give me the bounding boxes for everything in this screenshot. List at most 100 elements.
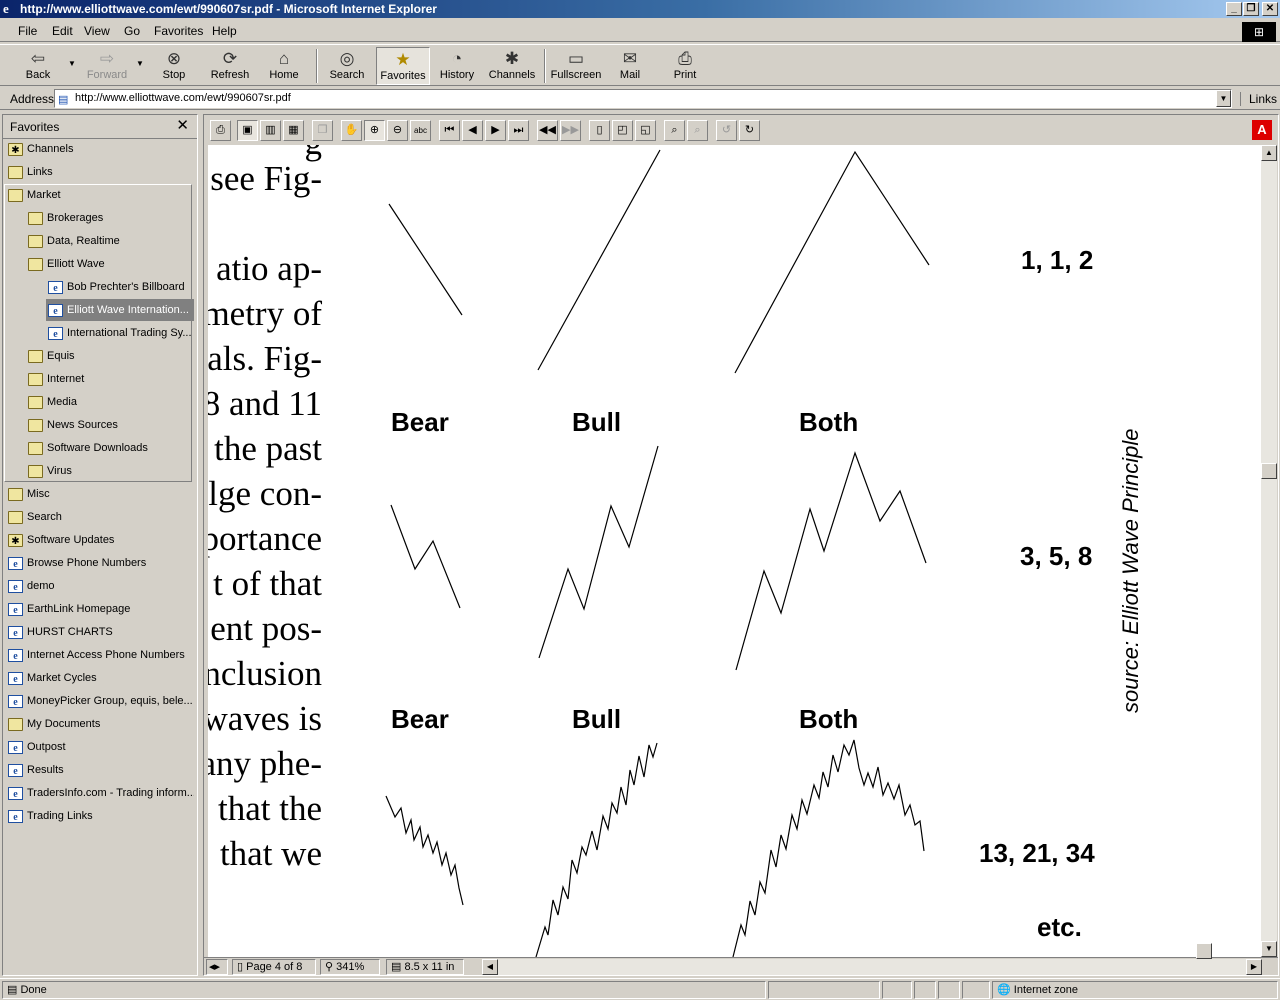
horizontal-scroll-thumb[interactable] <box>1196 943 1212 959</box>
favorite-item[interactable]: e EarthLink Homepage <box>6 598 194 620</box>
go-back-icon[interactable]: ◀◀ <box>537 120 558 141</box>
rotate-right-icon[interactable]: ↻ <box>739 120 760 141</box>
thumbnails-icon[interactable]: ▦ <box>283 120 304 141</box>
scroll-up-icon[interactable]: ▲ <box>1261 145 1277 161</box>
refresh-button[interactable]: ⟳ Refresh <box>204 47 256 85</box>
favorite-item[interactable]: My Documents <box>6 713 194 735</box>
scroll-right-icon[interactable]: ▶ <box>1246 959 1262 975</box>
find-icon[interactable]: ⌕ <box>664 120 685 141</box>
page-only-icon[interactable]: ▣ <box>237 120 258 141</box>
favorite-item[interactable]: e TradersInfo.com - Trading inform... <box>6 782 194 804</box>
vertical-scrollbar[interactable]: ▲ ▼ <box>1261 145 1277 957</box>
minimize-button[interactable]: _ <box>1226 2 1242 16</box>
scroll-down-icon[interactable]: ▼ <box>1261 941 1277 957</box>
zoom-indicator[interactable]: ⚲ 341% <box>320 959 380 975</box>
scroll-left-icon[interactable]: ◀ <box>482 959 498 975</box>
favorite-item[interactable]: e HURST CHARTS <box>6 621 194 643</box>
favorite-label: Virus <box>47 465 72 477</box>
favorite-item[interactable]: Elliott Wave <box>26 253 194 275</box>
favorite-item[interactable]: e Elliott Wave Internation... <box>46 299 194 321</box>
menu-go[interactable]: Go <box>124 24 140 38</box>
favorite-item[interactable]: Internet <box>26 368 194 390</box>
close-window-button[interactable]: ✕ <box>1262 2 1278 16</box>
horizontal-scrollbar[interactable]: ◀ <box>482 943 1262 975</box>
print-icon[interactable]: ⎙ <box>210 120 231 141</box>
favorite-item[interactable]: Brokerages <box>26 207 194 229</box>
menu-view[interactable]: View <box>84 24 110 38</box>
home-button[interactable]: ⌂ Home <box>262 47 306 85</box>
favorite-item[interactable]: Data, Realtime <box>26 230 194 252</box>
text-select-icon[interactable]: abc <box>410 120 431 141</box>
favorite-item[interactable]: ✱ Channels <box>6 138 194 160</box>
navigation-pane-toggle-icon[interactable]: ◂▸ <box>206 959 228 975</box>
favorite-item[interactable]: News Sources <box>26 414 194 436</box>
close-icon[interactable]: ✕ <box>176 118 189 134</box>
back-button[interactable]: ⇦ Back <box>14 47 62 85</box>
page-indicator[interactable]: ▯ Page 4 of 8 <box>232 959 316 975</box>
favorite-item[interactable]: Search <box>6 506 194 528</box>
menu-edit[interactable]: Edit <box>52 24 73 38</box>
prev-page-icon[interactable]: ◀ <box>462 120 483 141</box>
favorite-item[interactable]: e MoneyPicker Group, equis, bele... <box>6 690 194 712</box>
fullscreen-button[interactable]: ▭ Fullscreen <box>548 47 604 85</box>
address-dropdown-icon[interactable]: ▼ <box>1216 90 1231 107</box>
first-page-icon[interactable]: ⏮ <box>439 120 460 141</box>
go-forward-icon[interactable]: ▶▶ <box>560 120 581 141</box>
favorite-item[interactable]: Links <box>6 161 194 183</box>
print-button[interactable]: ⎙ Print <box>666 47 704 85</box>
zoom-out-icon[interactable]: ⊖ <box>387 120 408 141</box>
zoom-in-icon[interactable]: ⊕ <box>364 120 385 141</box>
favorite-item[interactable]: e International Trading Sy... <box>46 322 194 344</box>
menu-help[interactable]: Help <box>212 24 237 38</box>
acrobat-icon[interactable]: A <box>1252 120 1272 140</box>
favorite-label: Elliott Wave <box>47 258 105 270</box>
last-page-icon[interactable]: ⏭ <box>508 120 529 141</box>
favorite-item[interactable]: Virus <box>26 460 194 482</box>
search-button[interactable]: ◎ Search <box>324 47 370 85</box>
folder-icon <box>28 211 43 225</box>
favorite-item[interactable]: e Outpost <box>6 736 194 758</box>
channels-button[interactable]: ✱ Channels <box>486 47 538 85</box>
fit-width-icon[interactable]: ◱ <box>635 120 656 141</box>
stop-button[interactable]: ⊗ Stop <box>152 47 196 85</box>
next-page-icon[interactable]: ▶ <box>485 120 506 141</box>
bookmarks-icon[interactable]: ▥ <box>260 120 281 141</box>
favorite-item[interactable]: Market <box>6 184 194 206</box>
favorite-item[interactable]: e Market Cycles <box>6 667 194 689</box>
copy-icon[interactable]: ❐ <box>312 120 333 141</box>
forward-dropdown-icon[interactable]: ▼ <box>136 59 144 68</box>
favorite-item[interactable]: Equis <box>26 345 194 367</box>
menu-file[interactable]: File <box>18 24 37 38</box>
favorite-label: HURST CHARTS <box>27 626 113 638</box>
favorite-item[interactable]: Software Downloads <box>26 437 194 459</box>
favorite-item[interactable]: e Results <box>6 759 194 781</box>
favorite-item[interactable]: e Browse Phone Numbers <box>6 552 194 574</box>
favorite-label: Brokerages <box>47 212 104 224</box>
forward-button[interactable]: ⇨ Forward <box>82 47 132 85</box>
favorite-item[interactable]: e Bob Prechter's Billboard <box>46 276 194 298</box>
favorite-item[interactable]: e demo <box>6 575 194 597</box>
history-button[interactable]: ◔ History <box>436 47 478 85</box>
address-input[interactable]: ▤ http://www.elliottwave.com/ewt/990607s… <box>54 89 1232 108</box>
scroll-thumb[interactable] <box>1261 463 1277 479</box>
back-dropdown-icon[interactable]: ▼ <box>68 59 76 68</box>
favorites-title: Favorites <box>10 120 60 134</box>
find-again-icon[interactable]: ⌕ <box>687 120 708 141</box>
links-button[interactable]: Links <box>1240 92 1277 106</box>
favorite-item[interactable]: ✱ Software Updates <box>6 529 194 551</box>
actual-size-icon[interactable]: ▯ <box>589 120 610 141</box>
address-url: http://www.elliottwave.com/ewt/990607sr.… <box>75 92 291 104</box>
favorite-item[interactable]: e Internet Access Phone Numbers <box>6 644 194 666</box>
fit-page-icon[interactable]: ◰ <box>612 120 633 141</box>
favorites-button[interactable]: ★ Favorites <box>376 47 430 85</box>
mail-button[interactable]: ✉ Mail <box>612 47 648 85</box>
favorite-label: Internet Access Phone Numbers <box>27 649 185 661</box>
favorite-item[interactable]: e Trading Links <box>6 805 194 827</box>
favorite-item[interactable]: Media <box>26 391 194 413</box>
pdf-page[interactable]: gsee Fig-atio ap-metry ofals. Fig-8 and … <box>208 145 1261 957</box>
maximize-button[interactable]: ❐ <box>1243 2 1259 16</box>
rotate-left-icon[interactable]: ↺ <box>716 120 737 141</box>
menu-favorites[interactable]: Favorites <box>154 24 203 38</box>
favorite-item[interactable]: Misc <box>6 483 194 505</box>
hand-icon[interactable]: ✋ <box>341 120 362 141</box>
